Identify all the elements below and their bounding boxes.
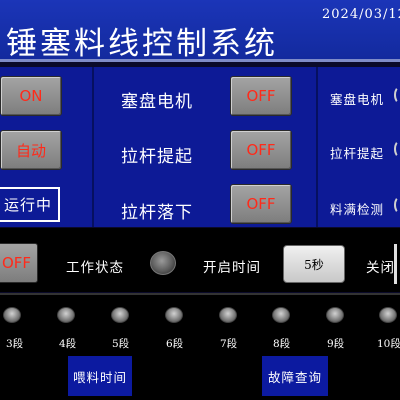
rod-lift-label: 拉杆提起 <box>121 147 193 167</box>
title-bar: 锤塞料线控制系统 2024/03/12 <box>0 0 400 62</box>
stage-lamp-icon <box>111 307 129 323</box>
panel-divider <box>92 67 94 227</box>
stage-label: 3段 <box>6 338 24 350</box>
stage-label: 7段 <box>220 338 238 350</box>
stage-label: 4段 <box>59 338 77 350</box>
stage-lamp-icon <box>165 307 183 323</box>
stages-divider <box>0 293 400 295</box>
stage-label: 10段 <box>377 338 400 350</box>
stage-lamp-icon <box>272 307 290 323</box>
open-time-input[interactable]: 5秒 <box>283 245 345 283</box>
rod-lift-indicator-label: 拉杆提起 <box>330 146 385 161</box>
stage-label: 9段 <box>327 338 345 350</box>
rod-drop-button[interactable]: OFF <box>230 184 292 224</box>
work-state-label: 工作状态 <box>66 260 124 276</box>
stage-lamp-icon <box>219 307 237 323</box>
disc-motor-indicator-icon <box>394 86 400 104</box>
full-detect-indicator-label: 料满检测 <box>330 202 385 217</box>
close-label: 关闭 <box>366 260 395 276</box>
stage-lamp-icon <box>379 307 397 323</box>
date-display: 2024/03/12 <box>322 7 400 22</box>
panel-divider <box>316 67 318 227</box>
close-indicator <box>394 244 397 284</box>
stage-label: 5段 <box>112 338 130 350</box>
stage-label: 8段 <box>273 338 291 350</box>
rod-lift-indicator-icon <box>394 140 400 158</box>
disc-motor-button[interactable]: OFF <box>230 76 292 116</box>
running-status: 运行中 <box>0 187 60 222</box>
page-title: 锤塞料线控制系统 <box>6 26 278 62</box>
work-state-lamp-icon <box>150 251 176 275</box>
feed-time-button[interactable]: 喂料时间 <box>68 356 132 396</box>
stage-lamp-icon <box>3 307 21 323</box>
open-time-label: 开启时间 <box>203 260 261 276</box>
disc-motor-label: 塞盘电机 <box>121 92 193 112</box>
stage-label: 6段 <box>166 338 184 350</box>
on-button[interactable]: ON <box>0 76 62 116</box>
disc-motor-indicator-label: 塞盘电机 <box>330 92 385 107</box>
stage-lamp-icon <box>57 307 75 323</box>
auto-button[interactable]: 自动 <box>0 130 62 170</box>
bottom-bar <box>0 353 400 400</box>
rod-lift-button[interactable]: OFF <box>230 130 292 170</box>
off-button[interactable]: OFF <box>0 243 38 283</box>
stage-lamp-icon <box>326 307 344 323</box>
full-detect-indicator-icon <box>394 196 400 214</box>
fault-query-button[interactable]: 故障查询 <box>262 356 328 396</box>
rod-drop-label: 拉杆落下 <box>121 203 193 223</box>
